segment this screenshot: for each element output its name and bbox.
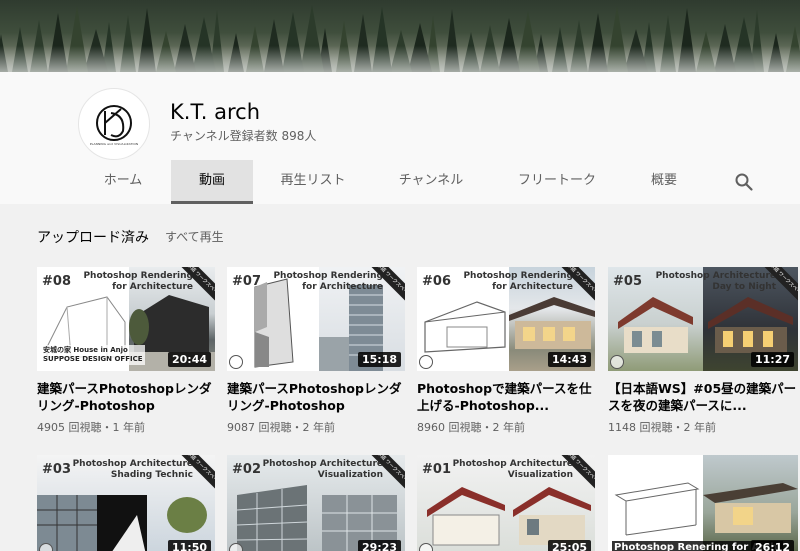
video-duration: 15:18 bbox=[357, 352, 401, 367]
episode-number: #03 bbox=[42, 462, 71, 477]
episode-number: #05 bbox=[613, 274, 642, 289]
thumbnail-title: Photoshop Rendering for Architecture bbox=[83, 271, 193, 292]
tab-videos[interactable]: 動画 bbox=[171, 160, 253, 204]
channel-banner bbox=[0, 0, 800, 72]
video-duration: 26:12 bbox=[750, 540, 794, 551]
video-card[interactable]: #06 Photoshop Rendering for Architecture… bbox=[417, 267, 595, 435]
thumbnail-title: Photoshop Architecture Visualization bbox=[262, 459, 383, 480]
tab-playlists[interactable]: 再生リスト bbox=[268, 160, 358, 204]
thumbnail-title: Photoshop Architecture Visualization bbox=[452, 459, 573, 480]
video-duration: 25:05 bbox=[547, 540, 591, 551]
video-duration: 20:44 bbox=[167, 352, 211, 367]
thumbnail-title: Photoshop Rendering for Architecture bbox=[273, 271, 383, 292]
tab-community[interactable]: フリートーク bbox=[508, 160, 606, 204]
tab-about[interactable]: 概要 bbox=[638, 160, 690, 204]
video-thumbnail[interactable]: #08 Photoshop Rendering for Architecture… bbox=[37, 267, 215, 371]
channel-title: K.T. arch bbox=[170, 100, 261, 124]
video-meta: 8960 回視聴・2 年前 bbox=[417, 421, 525, 434]
channel-search-button[interactable] bbox=[734, 172, 754, 192]
thumbnail-render bbox=[703, 455, 798, 551]
channel-watermark-icon bbox=[419, 355, 433, 369]
video-card[interactable]: #07 Photoshop Rendering for Architecture… bbox=[227, 267, 405, 435]
thumbnail-title: Photoshop Rendering for Architecture bbox=[463, 271, 573, 292]
video-title[interactable]: 建築パースPhotoshopレンダリング-Photoshop Renderin.… bbox=[37, 380, 215, 414]
video-card[interactable]: #03 Photoshop Architecture Shading Techn… bbox=[37, 455, 215, 551]
channel-tabs: ホーム 動画 再生リスト チャンネル フリートーク 概要 bbox=[0, 160, 800, 204]
video-thumbnail[interactable]: #07 Photoshop Rendering for Architecture… bbox=[227, 267, 405, 371]
channel-watermark-icon bbox=[229, 355, 243, 369]
video-duration: 29:23 bbox=[357, 540, 401, 551]
video-card[interactable]: #01 Photoshop Architecture Visualization… bbox=[417, 455, 595, 551]
thumbnail-sketch bbox=[608, 455, 703, 551]
video-title[interactable]: 建築パースPhotoshopレンダリング-Photoshop Renderin.… bbox=[227, 380, 405, 414]
kt-logo-icon bbox=[96, 105, 132, 141]
video-card[interactable]: #05 Photoshop Architecture Day to Night … bbox=[608, 267, 798, 435]
tab-channels[interactable]: チャンネル bbox=[386, 160, 476, 204]
video-card[interactable]: #02 Photoshop Architecture Visualization… bbox=[227, 455, 405, 551]
episode-number: #06 bbox=[422, 274, 451, 289]
thumbnail-title: Photoshop Architecture Shading Technic bbox=[72, 459, 193, 480]
video-thumbnail[interactable]: #02 Photoshop Architecture Visualization… bbox=[227, 455, 405, 551]
video-meta: 1148 回視聴・2 年前 bbox=[608, 421, 716, 434]
channel-watermark-icon bbox=[39, 543, 53, 551]
video-title[interactable]: 【日本語WS】#05昼の建築パースを夜の建築パースに... bbox=[608, 380, 798, 414]
channel-watermark-icon bbox=[610, 355, 624, 369]
episode-number: #02 bbox=[232, 462, 261, 477]
video-thumbnail[interactable]: Photoshop Renering for Archi 26:12 bbox=[608, 455, 798, 551]
video-thumbnail[interactable]: #06 Photoshop Rendering for Architecture… bbox=[417, 267, 595, 371]
video-meta: 9087 回視聴・2 年前 bbox=[227, 421, 335, 434]
play-all-button[interactable]: すべて再生 bbox=[165, 228, 224, 245]
video-card[interactable]: Photoshop Renering for Archi 26:12 bbox=[608, 455, 798, 551]
video-thumbnail[interactable]: #03 Photoshop Architecture Shading Techn… bbox=[37, 455, 215, 551]
episode-number: #01 bbox=[422, 462, 451, 477]
episode-number: #07 bbox=[232, 274, 261, 289]
avatar-caption: PLANNING and VISUALIZATION bbox=[89, 142, 139, 146]
section-title: アップロード済み bbox=[37, 230, 149, 246]
video-meta: 4905 回視聴・1 年前 bbox=[37, 421, 145, 434]
channel-header: PLANNING and VISUALIZATION K.T. arch チャン… bbox=[0, 72, 800, 204]
thumbnail-title: Photoshop Architecture Day to Night bbox=[655, 271, 776, 292]
subscriber-count: チャンネル登録者数 898人 bbox=[170, 129, 317, 143]
video-thumbnail[interactable]: #01 Photoshop Architecture Visualization… bbox=[417, 455, 595, 551]
search-icon bbox=[735, 173, 753, 191]
video-card[interactable]: #08 Photoshop Rendering for Architecture… bbox=[37, 267, 215, 435]
video-duration: 11:50 bbox=[167, 540, 211, 551]
channel-watermark-icon bbox=[229, 543, 243, 551]
thumbnail-caption: 安城の家 House in Anjo SUPPOSE DESIGN OFFICE bbox=[41, 345, 145, 365]
video-duration: 11:27 bbox=[750, 352, 794, 367]
banner-mist bbox=[0, 46, 800, 72]
video-thumbnail[interactable]: #05 Photoshop Architecture Day to Night … bbox=[608, 267, 798, 371]
video-title[interactable]: Photoshopで建築パースを仕上げる-Photoshop... bbox=[417, 380, 595, 414]
channel-avatar[interactable]: PLANNING and VISUALIZATION bbox=[78, 88, 150, 160]
channel-watermark-icon bbox=[419, 543, 433, 551]
tab-home[interactable]: ホーム bbox=[92, 160, 154, 204]
video-duration: 14:43 bbox=[547, 352, 591, 367]
episode-number: #08 bbox=[42, 274, 71, 289]
